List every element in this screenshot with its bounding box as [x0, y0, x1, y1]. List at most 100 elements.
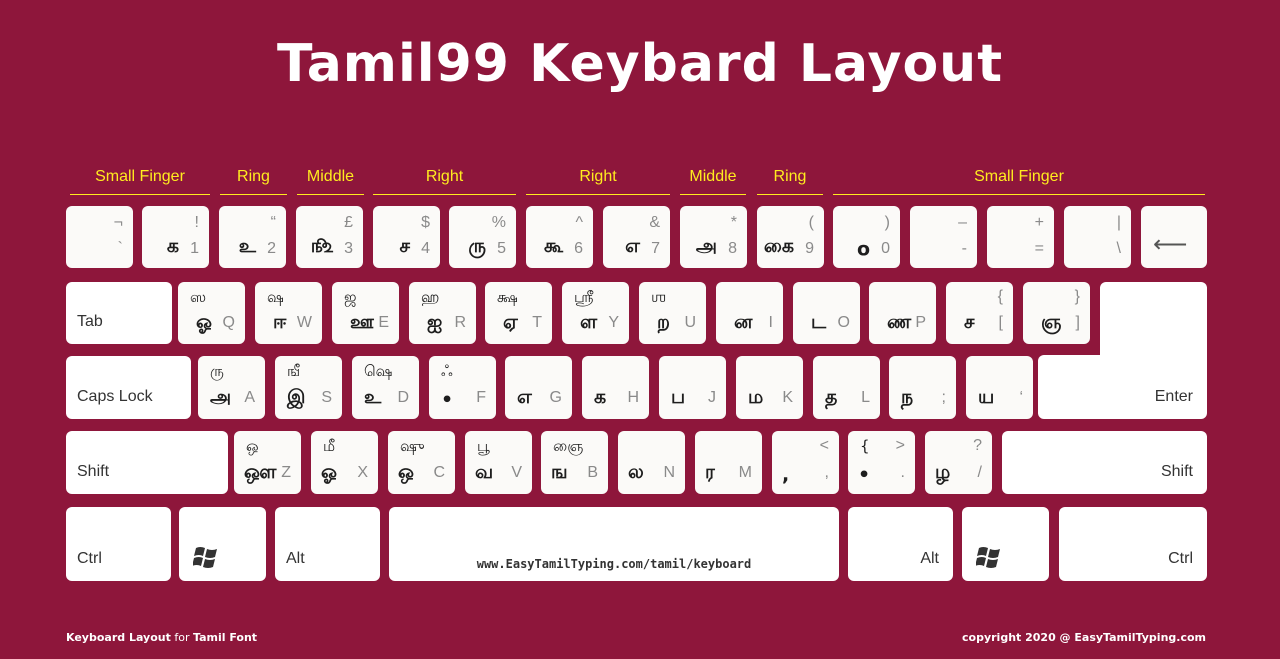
key-number-10[interactable]: 0) ο [833, 206, 900, 268]
key-top-7[interactable]: னI [716, 282, 783, 344]
key-bottom-8[interactable]: {•. > [848, 431, 915, 494]
spacebar-key[interactable]: www.EasyTamilTyping.com/tamil/keyboard [389, 507, 839, 581]
key-bottom-1[interactable]: மீ ஓ X [311, 431, 378, 494]
key-latin-label: S [321, 389, 332, 406]
shift-left-key[interactable]: Shift [66, 431, 228, 494]
key-tamil-label: • [858, 464, 871, 486]
key-latin-label: T [532, 314, 542, 331]
key-latin-label: V [511, 464, 522, 481]
key-number-5[interactable]: 5% ரு [449, 206, 516, 268]
alt-right-key[interactable]: Alt [848, 507, 953, 581]
key-latin-label: W [296, 314, 312, 331]
key-tamil-shift-label: க்ஷ [497, 288, 518, 306]
key-tamil-label: ஊ [350, 311, 374, 333]
key-latin-label: 7 [651, 240, 660, 257]
key-top-4[interactable]: க்ஷ ஏ T [485, 282, 552, 344]
key-home-6[interactable]: பJ [659, 356, 726, 419]
key-home-7[interactable]: மK [736, 356, 803, 419]
key-tamil-label: ல [628, 461, 644, 483]
key-tamil-label: ரு [468, 235, 486, 257]
key-tamil-label: அ [695, 235, 717, 257]
key-tamil-label: ஒ [398, 461, 414, 483]
key-top-5[interactable]: ஸ்ரீ ள Y [562, 282, 629, 344]
key-shift-symbol: – [958, 214, 967, 231]
ctrl-right-key[interactable]: Ctrl [1059, 507, 1207, 581]
key-bottom-0[interactable]: ஒஔZ [234, 431, 301, 494]
tab-label: Tab [77, 313, 103, 330]
key-top-9[interactable]: ணP [869, 282, 936, 344]
backspace-arrow-icon: ⟵ [1153, 231, 1188, 258]
key-latin-label: J [708, 389, 716, 406]
windows-right-key[interactable] [962, 507, 1049, 581]
key-number-2[interactable]: 2 “ உ [219, 206, 286, 268]
key-number-12[interactable]: = + [987, 206, 1054, 268]
key-tamil-label: ஔ [244, 461, 277, 483]
key-home-10[interactable]: ய ‘ [966, 356, 1033, 419]
key-latin-label: P [915, 314, 926, 331]
key-home-1[interactable]: ஙீ இ S [275, 356, 342, 419]
key-bottom-2[interactable]: ஷு ஒ C [388, 431, 455, 494]
key-latin-label: 2 [267, 240, 276, 257]
key-top-10[interactable]: ச [{ [946, 282, 1013, 344]
caps-lock-key[interactable]: Caps Lock [66, 356, 191, 419]
key-tamil-label: கை [763, 235, 794, 257]
key-number-11[interactable]: - – [910, 206, 977, 268]
key-number-13[interactable]: \ | [1064, 206, 1131, 268]
key-latin-label: ‘ [1019, 389, 1023, 406]
key-home-2[interactable]: ஷெ உ D [352, 356, 419, 419]
key-number-1[interactable]: 1! க [142, 206, 209, 268]
enter-key[interactable]: Enter [1038, 355, 1207, 419]
key-home-4[interactable]: எG [505, 356, 572, 419]
key-number-8[interactable]: 8 * அ [680, 206, 747, 268]
key-number-3[interactable]: 3 £ ௺ [296, 206, 363, 268]
enter-key-top[interactable] [1100, 282, 1207, 362]
key-latin-label: = [1034, 240, 1044, 257]
key-tamil-label: ஓ [321, 461, 337, 483]
key-tamil-shift-label: ஞை [553, 437, 584, 455]
key-number-4[interactable]: 4 $ ச [373, 206, 440, 268]
key-tamil-shift-label: ஶ [651, 288, 667, 306]
key-number-7[interactable]: 7 & எ [603, 206, 670, 268]
key-latin-label: X [357, 464, 368, 481]
key-home-8[interactable]: தL [813, 356, 880, 419]
key-bottom-7[interactable]: ,, < [772, 431, 839, 494]
key-bottom-3[interactable]: பூ வ V [465, 431, 532, 494]
key-bottom-6[interactable]: ரM [695, 431, 762, 494]
key-home-5[interactable]: கH [582, 356, 649, 419]
key-tamil-shift-label: மீ [323, 437, 336, 455]
key-home-3[interactable]: ஃ • F [429, 356, 496, 419]
key-top-3[interactable]: ஹஐR [409, 282, 476, 344]
key-bottom-4[interactable]: ஞை ங B [541, 431, 608, 494]
key-number-9[interactable]: 9 (கை [757, 206, 824, 268]
key-latin-label: [ [998, 314, 1003, 331]
key-top-1[interactable]: ஷஈW [255, 282, 322, 344]
windows-left-key[interactable] [179, 507, 266, 581]
key-top-2[interactable]: ஜஊE [332, 282, 399, 344]
key-latin-label: M [738, 464, 752, 481]
key-top-8[interactable]: டO [793, 282, 860, 344]
key-top-0[interactable]: ஸஓQ [178, 282, 245, 344]
key-latin-label: \ [1116, 240, 1121, 257]
key-tamil-shift-label: ஹ [421, 288, 440, 306]
key-shift-symbol: $ [421, 214, 430, 231]
key-bottom-5[interactable]: லN [618, 431, 685, 494]
key-top-11[interactable]: ஞ]} [1023, 282, 1090, 344]
key-number-0[interactable]: ` ¬ [66, 206, 133, 268]
spacebar-url-text: www.EasyTamilTyping.com/tamil/keyboard [476, 557, 752, 571]
key-shift-symbol: £ [344, 214, 353, 231]
key-tamil-label: வ [475, 461, 494, 483]
ctrl-left-key[interactable]: Ctrl [66, 507, 171, 581]
key-number-6[interactable]: 6 ^ கூ [526, 206, 593, 268]
key-tamil-label: ண [887, 311, 912, 333]
alt-left-key[interactable]: Alt [275, 507, 380, 581]
key-tamil-label: ச [964, 311, 975, 333]
key-tamil-label: ப [671, 386, 686, 408]
backspace-key[interactable]: ⟵ [1141, 206, 1207, 268]
key-home-0[interactable]: ரு அ A [198, 356, 265, 419]
key-top-6[interactable]: ஶறU [639, 282, 706, 344]
tab-key[interactable]: Tab [66, 282, 172, 344]
key-shift-symbol: “ [270, 214, 276, 231]
key-bottom-9[interactable]: ழ /? [925, 431, 992, 494]
key-home-9[interactable]: ந; [889, 356, 956, 419]
shift-right-key[interactable]: Shift [1002, 431, 1207, 494]
